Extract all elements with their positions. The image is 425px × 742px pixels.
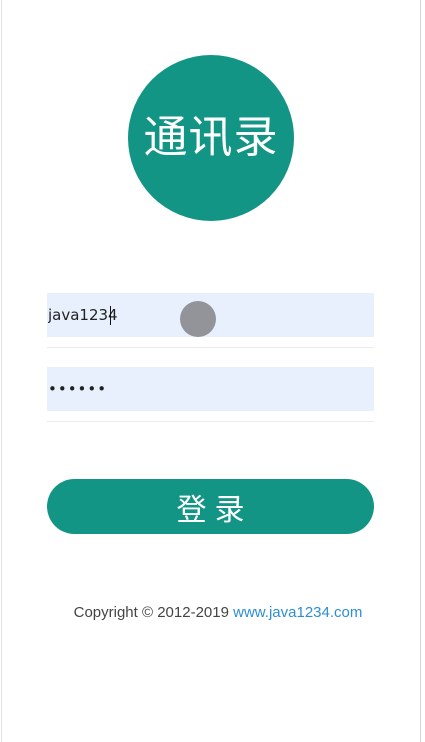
username-underline (47, 347, 374, 348)
copyright-footer: Copyright © 2012-2019 www.java1234.com (0, 604, 425, 621)
left-border (1, 0, 2, 742)
password-field[interactable] (47, 367, 374, 411)
copyright-text: Copyright © 2012-2019 (73, 604, 234, 621)
password-input[interactable] (48, 367, 374, 411)
touch-pointer-icon (180, 301, 216, 337)
app-logo: 通讯录 (128, 55, 294, 221)
login-button[interactable]: 登录 (47, 479, 374, 534)
website-link[interactable]: www.java1234.com (233, 604, 362, 621)
login-page: 通讯录 登录 Copyright © 2012-2019 www.java123… (0, 0, 425, 742)
password-underline (47, 421, 374, 422)
app-logo-text: 通讯录 (143, 112, 279, 163)
right-border (420, 0, 421, 742)
text-caret (110, 306, 111, 325)
